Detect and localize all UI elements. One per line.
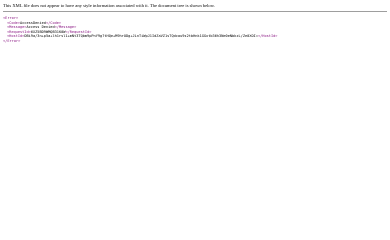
xml-message-value: Access Denied xyxy=(26,25,55,30)
xml-requestid-value: 6XZ5BD9WMQB31K0W xyxy=(30,29,66,34)
xml-document-tree: <Error> <Code>AccessDenied</Code> <Messa… xyxy=(3,12,387,44)
xml-root-close-tag: </Error> xyxy=(3,38,21,43)
xml-message-close-tag: </Message> xyxy=(54,25,77,30)
xml-code-close-tag: </Code> xyxy=(45,20,62,25)
xml-code-value: AccessDenied xyxy=(19,20,46,25)
xml-style-notice: This XML file does not appear to have an… xyxy=(3,3,387,12)
xml-code-open-tag: <Code> xyxy=(7,20,20,25)
xml-message-open-tag: <Message> xyxy=(7,25,27,30)
xml-requestid-open-tag: <RequestId> xyxy=(7,29,31,34)
xml-hostid-close-tag: </HostId> xyxy=(257,34,278,39)
xml-hostid-open-tag: <HostId> xyxy=(7,34,25,39)
browser-xml-viewer: This XML file does not appear to have an… xyxy=(0,0,390,240)
xml-hostid-value: DBi9a/3n+p5a+lh1rsl1+mNt3TQbm9pPnY9g7tHQ… xyxy=(24,34,258,39)
xml-requestid-close-tag: </RequestId> xyxy=(65,29,92,34)
